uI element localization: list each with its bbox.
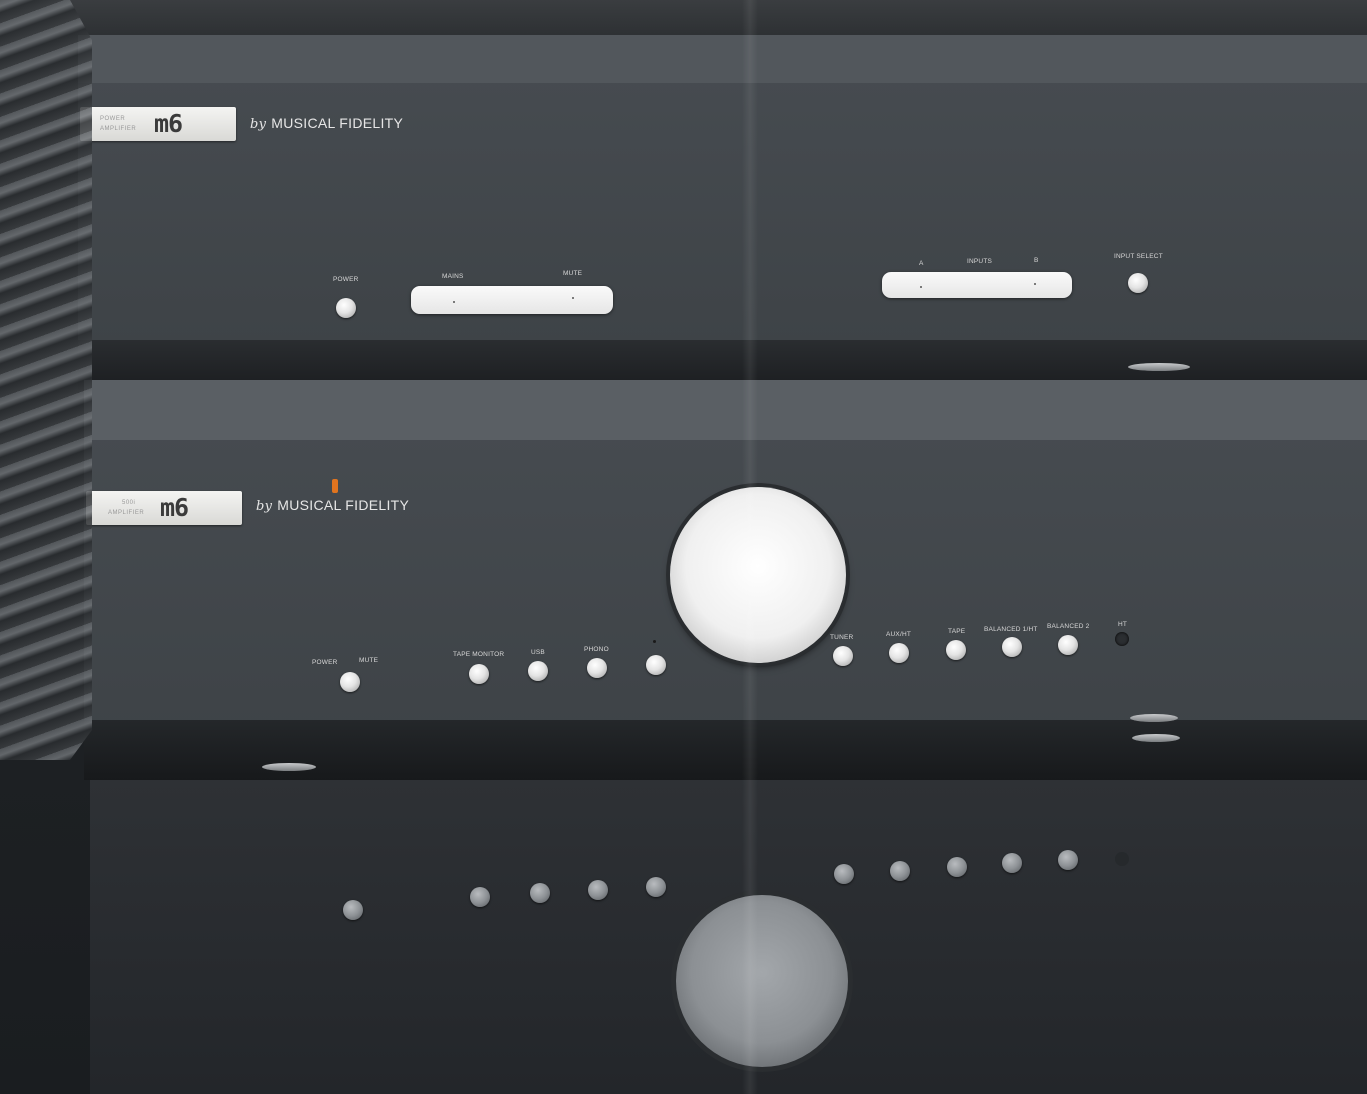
integrated-foot-right-2 <box>1132 734 1180 742</box>
brand-by: by <box>250 117 267 132</box>
reflected-button <box>947 857 967 877</box>
source-label: PHONO <box>584 646 609 653</box>
ir-sensor <box>1115 632 1129 646</box>
reflected-button <box>890 861 910 881</box>
input-select-button[interactable] <box>1128 273 1148 293</box>
balanced-1-ht-button[interactable] <box>1002 637 1022 657</box>
reflected-button <box>1002 853 1022 873</box>
source-label: HT <box>1118 621 1128 628</box>
power-amp-foot-right <box>1128 363 1190 371</box>
source-button[interactable] <box>646 655 666 675</box>
integrated-mute-label: MUTE <box>359 657 379 664</box>
mute-label: MUTE <box>563 270 583 277</box>
reflected-button <box>470 887 490 907</box>
badge-line2: AMPLIFIER <box>108 510 145 516</box>
reflected-ir-sensor <box>1115 852 1129 866</box>
source-label: USB <box>531 649 545 656</box>
input-b-label: B <box>1034 257 1039 264</box>
reflected-button <box>588 880 608 900</box>
integrated-power-button[interactable] <box>340 672 360 692</box>
integrated-foot-left-1 <box>262 763 316 771</box>
inputs-display <box>882 272 1072 298</box>
usb-button[interactable] <box>528 661 548 681</box>
source-label: TUNER <box>830 634 854 641</box>
mains-indicator <box>453 301 455 303</box>
source-label: BALANCED 2 <box>1047 623 1090 630</box>
brand-wordmark: by MUSICAL FIDELITY <box>250 115 403 132</box>
mains-label: MAINS <box>442 273 464 280</box>
reflected-button <box>834 864 854 884</box>
brand-name: MUSICAL FIDELITY <box>277 497 410 513</box>
reflected-button <box>530 883 550 903</box>
tape-button[interactable] <box>946 640 966 660</box>
model-logo: m6 <box>154 109 183 138</box>
aux-ht-button[interactable] <box>889 643 909 663</box>
reflected-button <box>646 877 666 897</box>
power-label: POWER <box>333 276 359 283</box>
badge-line1: 500i <box>122 500 136 506</box>
input-b-indicator <box>1034 283 1036 285</box>
tuner-button[interactable] <box>833 646 853 666</box>
brand-wordmark: by MUSICAL FIDELITY <box>256 497 409 514</box>
light-streak <box>742 0 758 1094</box>
reflected-volume-knob <box>676 895 848 1067</box>
source-label: BALANCED 1/HT <box>984 626 1038 633</box>
inputs-label: INPUTS <box>967 258 993 265</box>
power-button[interactable] <box>336 298 356 318</box>
top-edge-shadow <box>0 0 1367 40</box>
source-label: TAPE <box>948 628 966 635</box>
integrated-amplifier-top-bevel <box>84 380 1367 440</box>
badge-line1: POWER <box>100 116 126 122</box>
source-led <box>653 640 656 643</box>
brand-by: by <box>256 499 273 514</box>
volume-knob[interactable] <box>670 487 846 663</box>
power-amp-model-badge: POWER AMPLIFIER m6 <box>80 107 236 141</box>
reflected-power-button <box>343 900 363 920</box>
mute-indicator <box>572 297 574 299</box>
input-a-indicator <box>920 286 922 288</box>
integrated-foot-right-1 <box>1130 714 1178 722</box>
integrated-amplifier-bottom-lip <box>84 720 1367 780</box>
source-label: AUX/HT <box>886 631 912 638</box>
tape-monitor-button[interactable] <box>469 664 489 684</box>
integrated-power-label: POWER <box>312 659 338 666</box>
power-amplifier-top-bevel <box>78 35 1367 83</box>
input-select-label: INPUT SELECT <box>1114 253 1163 260</box>
model-logo: m6 <box>160 493 189 522</box>
badge-line2: AMPLIFIER <box>100 126 137 132</box>
integrated-amp-model-badge: 500i AMPLIFIER m6 <box>86 491 242 525</box>
balanced-2-button[interactable] <box>1058 635 1078 655</box>
reflected-button <box>1058 850 1078 870</box>
input-a-label: A <box>919 260 924 267</box>
mains-mute-display <box>411 286 613 314</box>
phono-button[interactable] <box>587 658 607 678</box>
brand-name: MUSICAL FIDELITY <box>271 115 404 131</box>
heatsink-fins <box>0 0 92 760</box>
source-label: TAPE MONITOR <box>453 651 505 658</box>
standby-indicator-led <box>332 479 338 493</box>
